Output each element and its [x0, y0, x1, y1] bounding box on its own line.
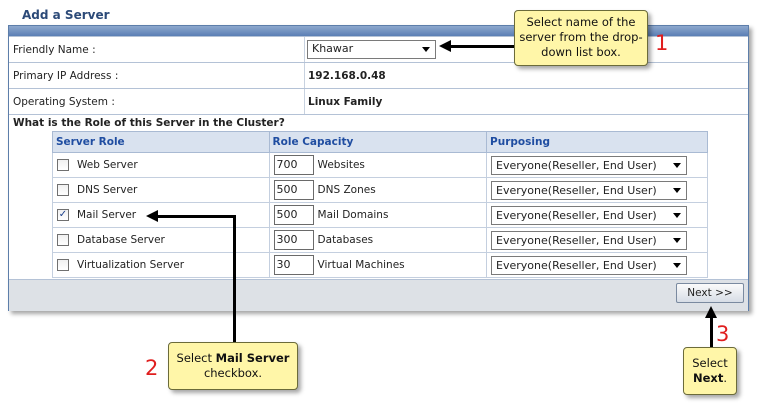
role-cell: Virtualization Server: [52, 252, 270, 278]
capacity-cell: 700 Websites: [268, 152, 488, 178]
friendly-name-label: Friendly Name :: [13, 44, 96, 56]
capacity-unit: Mail Domains: [317, 209, 389, 221]
column-header-server-role: Server Role: [52, 131, 270, 153]
callout-text-bold: Next: [693, 371, 724, 385]
database-server-checkbox[interactable]: [57, 234, 69, 246]
mail-server-checkbox[interactable]: ✓: [57, 209, 69, 221]
divider: [9, 114, 748, 115]
purposing-value: Everyone(Reseller, End User): [496, 208, 657, 222]
purposing-value: Everyone(Reseller, End User): [496, 233, 657, 247]
table-row: Virtualization Server 30 Virtual Machines…: [52, 252, 708, 278]
dns-server-purposing-dropdown[interactable]: Everyone(Reseller, End User): [491, 180, 688, 200]
capacity-cell: 500 Mail Domains: [268, 202, 488, 228]
step-number: 1: [655, 31, 669, 55]
callout-text-pre: Select: [176, 351, 216, 365]
web-server-purposing-dropdown[interactable]: Everyone(Reseller, End User): [491, 155, 688, 175]
chevron-down-icon: [673, 237, 682, 243]
chevron-down-icon: [673, 212, 682, 218]
purposing-cell: Everyone(Reseller, End User): [486, 202, 708, 228]
column-header-role-capacity: Role Capacity: [268, 131, 488, 153]
callout-text-bold: Mail Server: [215, 351, 290, 365]
table-row: Database Server 300 Databases Everyone(Re…: [52, 227, 708, 253]
callout-select-mail-server: Select Mail Server checkbox.: [168, 342, 298, 390]
web-server-checkbox[interactable]: [57, 159, 69, 171]
role-label: Database Server: [77, 234, 165, 246]
callout-select-next: Select Next.: [683, 347, 737, 395]
dns-server-checkbox[interactable]: [57, 184, 69, 196]
server-roles-table: Server Role Role Capacity Purposing Web …: [52, 131, 708, 278]
purposing-cell: Everyone(Reseller, End User): [486, 227, 708, 253]
friendly-name-dropdown[interactable]: Khawar: [307, 40, 436, 59]
purposing-cell: Everyone(Reseller, End User): [486, 252, 708, 278]
dns-server-capacity-input[interactable]: 500: [273, 180, 314, 200]
role-cell: Web Server: [52, 152, 270, 178]
purposing-value: Everyone(Reseller, End User): [496, 158, 657, 172]
table-row: DNS Server 500 DNS Zones Everyone(Reselle…: [52, 177, 708, 203]
virtualization-server-purposing-dropdown[interactable]: Everyone(Reseller, End User): [491, 255, 688, 275]
operating-system-row: Operating System : Linux Family: [9, 88, 748, 114]
role-label: Web Server: [77, 159, 138, 171]
panel-title: Add a Server: [22, 8, 110, 22]
callout-text-pre: Select: [692, 356, 728, 370]
arrow-left-icon: [439, 40, 451, 52]
panel-footer: Next >>: [9, 279, 748, 311]
virtualization-server-capacity-input[interactable]: 30: [273, 255, 314, 275]
purposing-value: Everyone(Reseller, End User): [496, 258, 657, 272]
chevron-down-icon: [422, 47, 430, 52]
ip-address-label: Primary IP Address :: [13, 70, 119, 82]
mail-server-purposing-dropdown[interactable]: Everyone(Reseller, End User): [491, 205, 688, 225]
chevron-down-icon: [673, 262, 682, 268]
arrow-left-icon: [146, 210, 158, 222]
callout-arrow-line: [450, 45, 514, 48]
capacity-cell: 300 Databases: [268, 227, 488, 253]
purposing-cell: Everyone(Reseller, End User): [486, 177, 708, 203]
next-button[interactable]: Next >>: [676, 283, 744, 303]
role-label: Mail Server: [77, 209, 137, 221]
callout-text: Select name of the server from the drop-…: [519, 15, 643, 59]
chevron-down-icon: [673, 162, 682, 168]
capacity-unit: DNS Zones: [317, 184, 376, 196]
capacity-cell: 500 DNS Zones: [268, 177, 488, 203]
role-question: What is the Role of this Server in the C…: [13, 117, 285, 129]
row-divider: [304, 89, 305, 114]
checkmark-icon: ✓: [58, 209, 68, 220]
step-number: 3: [716, 322, 730, 346]
operating-system-label: Operating System :: [13, 96, 115, 108]
role-label: Virtualization Server: [77, 259, 185, 271]
callout-arrow-line: [233, 215, 236, 343]
role-cell: DNS Server: [52, 177, 270, 203]
ip-address-value: 192.168.0.48: [308, 70, 386, 82]
chevron-down-icon: [673, 187, 682, 193]
purposing-value: Everyone(Reseller, End User): [496, 183, 657, 197]
virtualization-server-checkbox[interactable]: [57, 259, 69, 271]
role-cell: Database Server: [52, 227, 270, 253]
row-divider: [304, 63, 305, 88]
callout-text-post: .: [723, 371, 727, 385]
database-server-purposing-dropdown[interactable]: Everyone(Reseller, End User): [491, 230, 688, 250]
capacity-unit: Virtual Machines: [317, 259, 405, 271]
database-server-capacity-input[interactable]: 300: [273, 230, 314, 250]
step-number: 2: [145, 356, 159, 380]
capacity-cell: 30 Virtual Machines: [268, 252, 488, 278]
column-header-purposing: Purposing: [486, 131, 708, 153]
friendly-name-value: Khawar: [312, 42, 354, 55]
capacity-unit: Websites: [317, 159, 365, 171]
callout-select-friendly-name: Select name of the server from the drop-…: [514, 10, 648, 66]
callout-text-post: checkbox.: [203, 366, 263, 380]
callout-arrow-line: [710, 316, 713, 348]
operating-system-value: Linux Family: [308, 96, 383, 108]
add-server-panel: Friendly Name : Khawar Primary IP Addres…: [8, 25, 749, 311]
purposing-cell: Everyone(Reseller, End User): [486, 152, 708, 178]
callout-arrow-line: [156, 215, 236, 218]
capacity-unit: Databases: [317, 234, 374, 246]
row-divider: [304, 37, 305, 62]
mail-server-capacity-input[interactable]: 500: [273, 205, 314, 225]
role-label: DNS Server: [77, 184, 138, 196]
table-row: Web Server 700 Websites Everyone(Reseller…: [52, 152, 708, 178]
web-server-capacity-input[interactable]: 700: [273, 155, 314, 175]
